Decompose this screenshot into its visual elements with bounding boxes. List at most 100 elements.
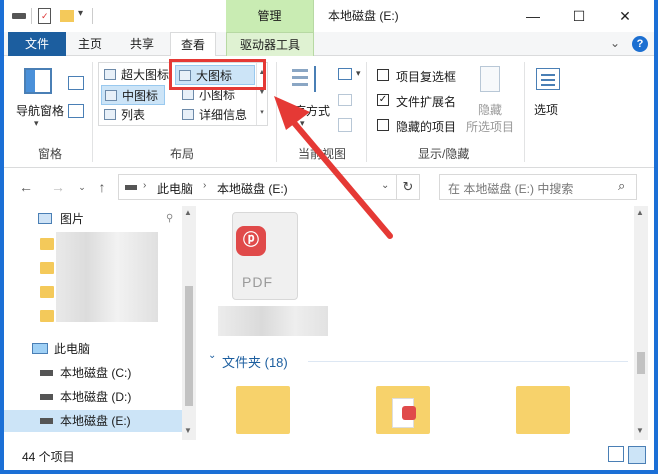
medium-icons-icon (105, 90, 117, 101)
item-checkboxes-label: 项目复选框 (396, 70, 457, 84)
tab-drive-tools[interactable]: 驱动器工具 (226, 32, 314, 56)
content-scrollbar[interactable] (634, 206, 648, 440)
drive-icon (40, 370, 53, 376)
blurred-folder-names (56, 232, 158, 322)
layout-medium[interactable]: 中图标 (101, 85, 165, 105)
layout-details-label: 详细信息 (199, 108, 248, 122)
details-icon (182, 109, 194, 120)
item-count: 44 个项目 (22, 450, 75, 464)
details-view-icon[interactable] (608, 446, 624, 462)
sort-by-button[interactable]: 排序方式 (282, 102, 330, 119)
tab-share[interactable]: 共享 (122, 32, 162, 56)
close-button[interactable]: ✕ (602, 0, 648, 32)
folder-icon[interactable] (236, 386, 290, 434)
refresh-icon[interactable]: ↻ (396, 174, 420, 200)
properties-icon[interactable]: ✓ (38, 8, 51, 24)
layout-medium-label: 中图标 (122, 89, 159, 103)
content-scroll-up-icon[interactable]: ▲ (636, 208, 644, 217)
nav-scroll-up-icon[interactable]: ▲ (184, 208, 192, 217)
address-dropdown-icon[interactable]: ⌄ (381, 180, 389, 191)
file-extensions-checkbox[interactable]: ✓ (377, 94, 389, 106)
nav-scrollbar-thumb[interactable] (185, 286, 193, 406)
tab-file[interactable]: 文件 (8, 32, 66, 56)
add-columns-icon[interactable] (338, 94, 352, 106)
layout-small-label: 小图标 (199, 88, 236, 102)
layout-extra-large-label: 超大图标 (121, 68, 170, 82)
breadcrumb-drive[interactable]: 本地磁盘 (E:) (217, 180, 288, 197)
folder-group-header[interactable]: 文件夹 (18) (222, 352, 288, 371)
pdf-file-item[interactable]: ⓟ PDF (232, 212, 298, 300)
drive-icon (12, 13, 26, 19)
address-bar[interactable]: › 此电脑 › 本地磁盘 (E:) ⌄ (118, 174, 420, 200)
recent-locations-icon[interactable]: ⌄ (72, 176, 92, 198)
maximize-button[interactable]: ☐ (556, 0, 602, 32)
size-columns-icon[interactable] (338, 118, 352, 132)
group-show-hide-label: 显示/隐藏 (418, 147, 470, 161)
preview-pane-icon[interactable] (68, 76, 84, 90)
tab-home[interactable]: 主页 (70, 32, 110, 56)
help-button[interactable]: ? (632, 36, 648, 52)
folder-icon[interactable] (376, 386, 430, 434)
drive-icon (125, 185, 137, 190)
extra-large-icons-icon (104, 69, 116, 80)
search-icon[interactable]: ⌕ (618, 178, 625, 194)
navigation-pane-button[interactable]: 导航窗格 (16, 102, 64, 119)
nav-item-drive-c[interactable]: 本地磁盘 (C:) (4, 362, 180, 384)
item-checkboxes-checkbox[interactable] (377, 69, 389, 81)
search-input[interactable]: 在 本地磁盘 (E:) 中搜索 ⌕ (439, 174, 637, 200)
content-scroll-down-icon[interactable]: ▼ (636, 426, 644, 435)
hide-selected-line1[interactable]: 隐藏 (478, 101, 502, 118)
tab-view[interactable]: 查看 (170, 32, 216, 57)
layout-list[interactable]: 列表 (101, 105, 171, 125)
pdf-label: PDF (242, 274, 273, 290)
content-scrollbar-thumb[interactable] (637, 352, 645, 374)
sort-dropdown-icon[interactable]: ▾ (300, 118, 305, 129)
pictures-icon (38, 213, 52, 224)
nav-item-drive-e-label: 本地磁盘 (E:) (60, 414, 131, 428)
layout-details[interactable]: 详细信息 (179, 105, 255, 125)
layout-extra-large[interactable]: 超大图标 (101, 65, 175, 85)
new-folder-icon[interactable] (60, 10, 74, 22)
forward-arrow-icon[interactable]: → (48, 176, 68, 198)
group-by-icon[interactable] (338, 68, 352, 80)
collapse-group-icon[interactable]: ⌄ (208, 350, 216, 361)
navigation-pane-dropdown-icon[interactable]: ▾ (34, 118, 39, 129)
hide-selected-icon (480, 66, 500, 92)
back-arrow-icon[interactable]: ← (16, 176, 36, 198)
nav-item-pictures-label: 图片 (60, 212, 85, 226)
blurred-file-name (218, 306, 328, 336)
pin-icon: ⚲ (166, 213, 174, 224)
folder-icon (40, 262, 54, 274)
file-extensions-label: 文件扩展名 (396, 95, 457, 109)
nav-item-drive-c-label: 本地磁盘 (C:) (60, 366, 132, 380)
details-pane-icon[interactable] (68, 104, 84, 118)
navigation-pane-icon (24, 68, 52, 94)
group-current-view-label: 当前视图 (298, 147, 347, 161)
options-button[interactable]: 选项 (534, 101, 558, 118)
up-arrow-icon[interactable]: ↑ (92, 176, 112, 198)
collapse-ribbon-icon[interactable]: ⌄ (610, 36, 620, 50)
nav-item-drive-d[interactable]: 本地磁盘 (D:) (4, 386, 180, 408)
folder-icon[interactable] (516, 386, 570, 434)
manage-tab[interactable]: 管理 (226, 0, 314, 32)
hidden-items-checkbox[interactable] (377, 119, 389, 131)
small-icons-icon (182, 89, 194, 100)
hidden-items-label: 隐藏的项目 (396, 120, 457, 134)
sort-by-icon (290, 66, 324, 94)
nav-item-this-pc-label: 此电脑 (54, 342, 91, 356)
nav-scroll-down-icon[interactable]: ▼ (184, 426, 192, 435)
drive-icon (40, 418, 53, 424)
status-bar (4, 440, 654, 470)
list-icon (104, 109, 116, 120)
nav-item-this-pc[interactable]: 此电脑 (4, 338, 180, 360)
customize-qa-icon[interactable]: ▾ (78, 8, 83, 19)
minimize-button[interactable]: — (510, 0, 556, 32)
nav-item-pictures[interactable]: 图片 ⚲ (4, 208, 180, 230)
breadcrumb-this-pc[interactable]: 此电脑 (157, 180, 193, 197)
group-by-dropdown-icon: ▾ (356, 68, 361, 78)
large-icons-view-icon[interactable] (628, 446, 646, 464)
search-placeholder: 在 本地磁盘 (E:) 中搜索 (448, 182, 574, 196)
pdf-app-icon: ⓟ (236, 226, 266, 256)
nav-item-drive-e[interactable]: 本地磁盘 (E:) (4, 410, 182, 432)
layout-list-label: 列表 (121, 108, 146, 122)
